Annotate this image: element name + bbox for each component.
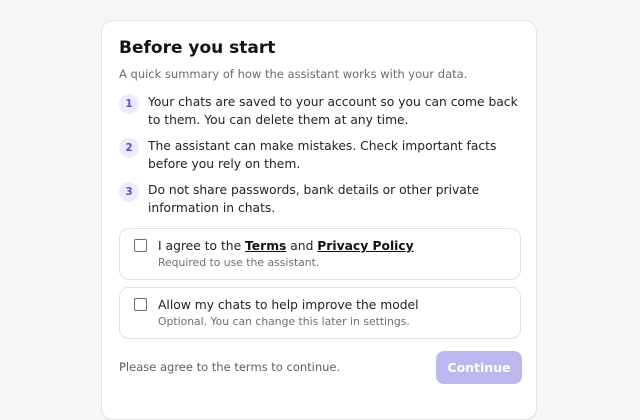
continue-button[interactable]: Continue (436, 351, 522, 384)
terms-checkbox[interactable] (134, 239, 147, 252)
summary-item: 3 Do not share passwords, bank details o… (119, 181, 523, 225)
step-number-badge: 2 (119, 138, 139, 158)
step-text: Do not share passwords, bank details or … (148, 183, 480, 215)
card-title: Before you start (119, 38, 276, 58)
summary-item: 2 The assistant can make mistakes. Check… (119, 137, 523, 181)
summary-item: 1 Your chats are saved to your account s… (119, 93, 523, 137)
card-subtitle: A quick summary of how the assistant wor… (119, 67, 468, 81)
terms-consent-label: I agree to the Terms and Privacy Policy (158, 237, 414, 255)
summary-list: 1 Your chats are saved to your account s… (119, 93, 523, 225)
step-number-badge: 3 (119, 182, 139, 202)
terms-label-middle: and (286, 239, 318, 253)
terms-link[interactable]: Terms (245, 239, 286, 253)
privacy-policy-link[interactable]: Privacy Policy (317, 239, 413, 253)
improve-model-checkbox[interactable] (134, 298, 147, 311)
improve-model-option[interactable]: Allow my chats to help improve the model… (119, 287, 521, 339)
step-text: The assistant can make mistakes. Check i… (148, 139, 497, 171)
onboarding-card: Before you start A quick summary of how … (101, 20, 537, 420)
footer-note: Please agree to the terms to continue. (119, 360, 341, 374)
improve-model-hint: Optional. You can change this later in s… (158, 315, 410, 328)
terms-label-prefix: I agree to the (158, 239, 246, 253)
terms-consent-option[interactable]: I agree to the Terms and Privacy Policy … (119, 228, 521, 280)
terms-consent-hint: Required to use the assistant. (158, 256, 320, 269)
step-text: Your chats are saved to your account so … (148, 95, 518, 127)
step-number-badge: 1 (119, 94, 139, 114)
improve-model-label: Allow my chats to help improve the model (158, 298, 419, 312)
